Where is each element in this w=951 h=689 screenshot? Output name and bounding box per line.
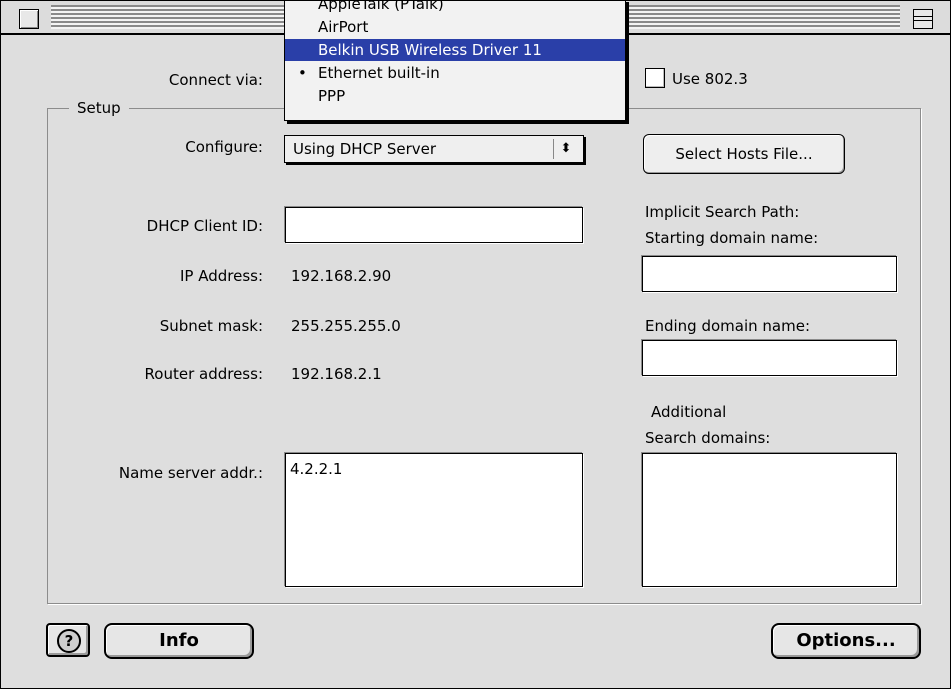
setup-group-title: Setup (69, 99, 129, 117)
help-icon: ? (57, 629, 81, 653)
select-hosts-file-button[interactable]: Select Hosts File... (643, 134, 845, 174)
starting-domain-field[interactable] (642, 256, 897, 292)
checkmark-bullet-icon: • (298, 64, 307, 82)
menu-item-appletalk[interactable]: AppleTalk (PTalk) (285, 1, 625, 15)
implicit-search-path-label: Implicit Search Path: (645, 203, 800, 221)
connect-via-menu[interactable]: AppleTalk (PTalk) AirPort Belkin USB Wir… (284, 1, 626, 121)
help-button[interactable]: ? (46, 623, 90, 657)
ending-domain-field[interactable] (642, 340, 897, 376)
menu-item-airport[interactable]: AirPort (285, 16, 625, 38)
ip-address-label: IP Address: (179, 267, 263, 285)
configure-popup[interactable]: Using DHCP Server ⬍ (284, 135, 584, 163)
subnet-mask-value: 255.255.255.0 (291, 317, 401, 335)
menu-item-ppp[interactable]: PPP (285, 85, 625, 107)
info-button[interactable]: Info (104, 623, 254, 659)
menu-item-belkin-usb-wireless[interactable]: Belkin USB Wireless Driver 11 (285, 39, 625, 61)
menu-item-ethernet-built-in[interactable]: • Ethernet built-in (285, 62, 625, 84)
popup-arrows-icon: ⬍ (553, 139, 578, 159)
subnet-mask-label: Subnet mask: (159, 317, 263, 335)
additional-search-domains-field[interactable] (642, 453, 897, 587)
additional-label: Additional (651, 403, 727, 421)
options-button[interactable]: Options... (771, 623, 921, 659)
configure-label: Configure: (185, 138, 263, 156)
router-address-value: 192.168.2.1 (291, 365, 382, 383)
name-server-field[interactable]: 4.2.2.1 (285, 453, 583, 587)
configure-popup-value: Using DHCP Server (293, 140, 437, 158)
search-domains-label: Search domains: (645, 429, 771, 447)
tcpip-window: Connect via: Use 802.3 Setup Configure: … (0, 0, 951, 689)
collapse-box-icon[interactable] (913, 9, 933, 29)
close-box-icon[interactable] (19, 9, 39, 29)
name-server-label: Name server addr.: (118, 464, 263, 482)
ending-domain-label: Ending domain name: (645, 317, 811, 335)
connect-via-label: Connect via: (168, 71, 263, 89)
starting-domain-label: Starting domain name: (645, 229, 819, 247)
dhcp-client-id-label: DHCP Client ID: (146, 217, 263, 235)
router-address-label: Router address: (144, 365, 263, 383)
ip-address-value: 192.168.2.90 (291, 267, 392, 285)
use-8023-checkbox[interactable] (645, 68, 665, 88)
use-8023-label[interactable]: Use 802.3 (672, 70, 748, 88)
dhcp-client-id-field[interactable] (285, 207, 583, 243)
